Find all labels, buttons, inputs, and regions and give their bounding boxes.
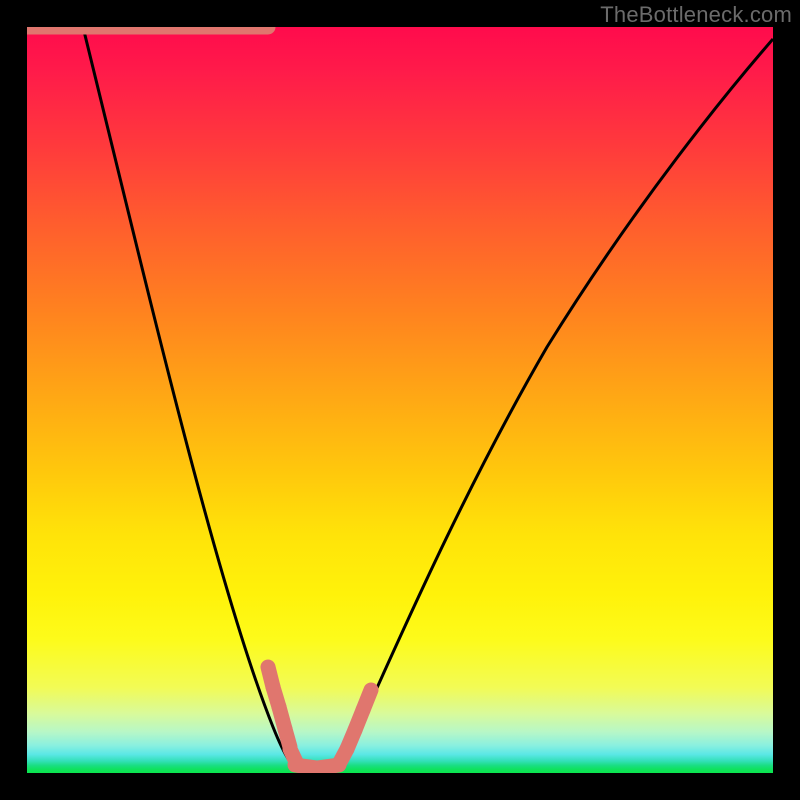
heat-gradient [27,27,773,773]
plot-area [27,27,773,773]
chart-frame: TheBottleneck.com [0,0,800,800]
watermark-text: TheBottleneck.com [600,2,792,28]
